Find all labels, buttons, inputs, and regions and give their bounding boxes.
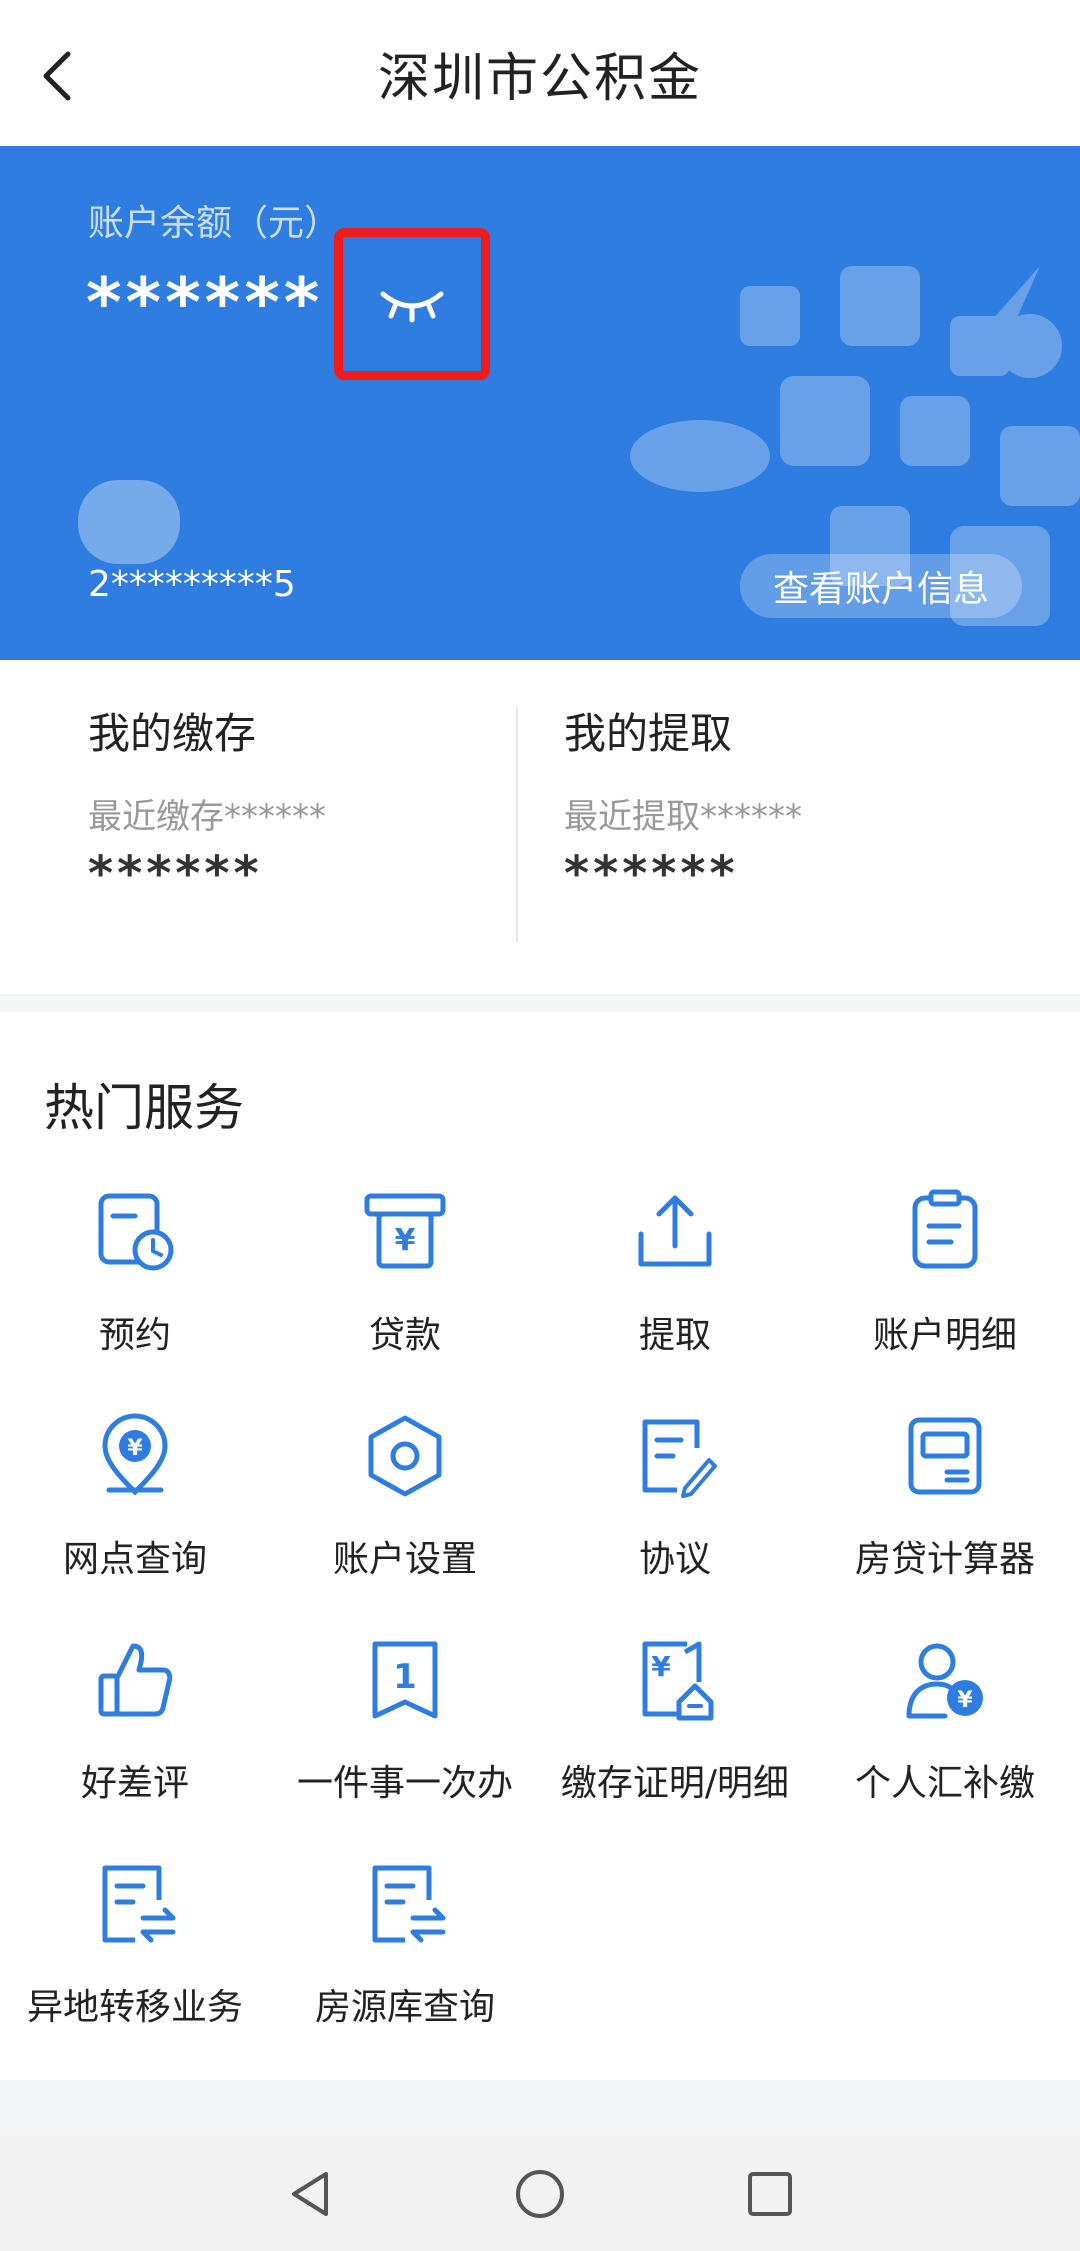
service-label: 账户设置: [332, 1539, 477, 1580]
hot-services-section: 热门服务 预约 ¥ 贷款 提取 账户明细 ¥ 网点查询 账户设置 协议 房贷计算…: [0, 1012, 1080, 2080]
map-pin-yuan-icon: ¥: [102, 1413, 168, 1496]
withdraw-value: ******: [564, 846, 739, 902]
balance-label: 账户余额（元）: [88, 203, 341, 244]
service-mortgage-calculator[interactable]: 房贷计算器: [810, 1404, 1080, 1628]
bookmark-one-icon: 1: [372, 1641, 438, 1719]
service-withdraw[interactable]: 提取: [540, 1180, 810, 1404]
hexagon-settings-icon: [368, 1415, 442, 1497]
service-personal-supplement[interactable]: ¥ 个人汇补缴: [810, 1628, 1080, 1852]
service-housing-query[interactable]: 房源库查询: [270, 1852, 540, 2076]
circle-home-icon: [516, 2170, 564, 2218]
balance-visibility-toggle[interactable]: [334, 228, 490, 380]
withdraw-title: 我的提取: [564, 709, 733, 758]
account-banner: 账户余额（元） ****** 2*********5 查看账户信息: [0, 146, 1080, 660]
share-upload-icon: [638, 1195, 712, 1267]
nav-recents-button[interactable]: [732, 2156, 808, 2232]
certificate-yuan-icon: ¥: [642, 1641, 714, 1721]
summary-card: 我的缴存 最近缴存****** ****** 我的提取 最近提取****** *…: [0, 660, 1080, 994]
calendar-clock-icon: [98, 1193, 174, 1271]
service-agreement[interactable]: 协议: [540, 1404, 810, 1628]
service-label: 协议: [638, 1539, 711, 1580]
service-rating[interactable]: 好差评: [0, 1628, 270, 1852]
nav-home-button[interactable]: [502, 2156, 578, 2232]
svg-text:¥: ¥: [651, 1650, 671, 1683]
deposit-recent: 最近缴存******: [88, 797, 326, 837]
svg-text:¥: ¥: [395, 1223, 416, 1258]
view-account-info-button[interactable]: 查看账户信息: [740, 554, 1022, 618]
eye-closed-icon: [380, 291, 444, 323]
service-branch-query[interactable]: ¥ 网点查询: [0, 1404, 270, 1628]
system-navigation-bar: [0, 2136, 1080, 2251]
service-label: 预约: [98, 1315, 171, 1356]
service-label: 异地转移业务: [26, 1987, 243, 2028]
thumbs-up-icon: [98, 1643, 173, 1717]
service-remote-transfer[interactable]: 异地转移业务: [0, 1852, 270, 2076]
service-deposit-certificate[interactable]: ¥ 缴存证明/明细: [540, 1628, 810, 1852]
service-label: 网点查询: [62, 1539, 207, 1580]
service-account-settings[interactable]: 账户设置: [270, 1404, 540, 1628]
service-one-stop[interactable]: 1 一件事一次办: [270, 1628, 540, 1852]
app-header: 深圳市公积金: [0, 0, 1080, 146]
square-recents-icon: [748, 2172, 792, 2216]
svg-text:¥: ¥: [957, 1688, 973, 1713]
service-label: 房源库查询: [314, 1987, 495, 2028]
chevron-left-icon: [43, 51, 71, 101]
service-label: 提取: [638, 1315, 711, 1356]
section-title: 热门服务: [44, 1079, 244, 1137]
service-appointment[interactable]: 预约: [0, 1180, 270, 1404]
summary-divider: [516, 708, 518, 942]
service-label: 账户明细: [872, 1315, 1017, 1356]
triangle-back-icon: [292, 2172, 328, 2216]
deposit-title: 我的缴存: [88, 709, 257, 758]
user-yuan-icon: ¥: [906, 1643, 983, 1719]
service-label: 好差评: [80, 1763, 189, 1804]
service-account-detail[interactable]: 账户明细: [810, 1180, 1080, 1404]
my-deposit-section[interactable]: 我的缴存 最近缴存****** ******: [88, 700, 548, 902]
atm-yuan-icon: ¥: [364, 1193, 446, 1269]
service-label: 房贷计算器: [854, 1539, 1035, 1580]
account-number: 2*********5: [88, 564, 296, 605]
my-withdraw-section[interactable]: 我的提取 最近提取****** ******: [564, 700, 1024, 902]
svg-text:¥: ¥: [127, 1436, 143, 1461]
back-button[interactable]: [24, 40, 96, 112]
service-label: 缴存证明/明细: [560, 1763, 790, 1804]
balance-value: ******: [86, 264, 324, 343]
calculator-icon: [908, 1417, 982, 1495]
service-loan[interactable]: ¥ 贷款: [270, 1180, 540, 1404]
page-title: 深圳市公积金: [377, 48, 702, 109]
document-transfer-icon: [102, 1865, 176, 1943]
avatar: [78, 480, 180, 564]
clipboard-list-icon: [912, 1189, 978, 1269]
deposit-value: ******: [88, 846, 263, 902]
nav-back-button[interactable]: [272, 2156, 348, 2232]
svg-text:1: 1: [393, 1657, 417, 1697]
document-transfer-icon: [372, 1865, 446, 1943]
document-edit-icon: [642, 1419, 717, 1498]
service-label: 一件事一次办: [296, 1763, 513, 1804]
service-label: 贷款: [368, 1315, 441, 1356]
service-label: 个人汇补缴: [854, 1763, 1035, 1804]
withdraw-recent: 最近提取******: [564, 797, 802, 837]
